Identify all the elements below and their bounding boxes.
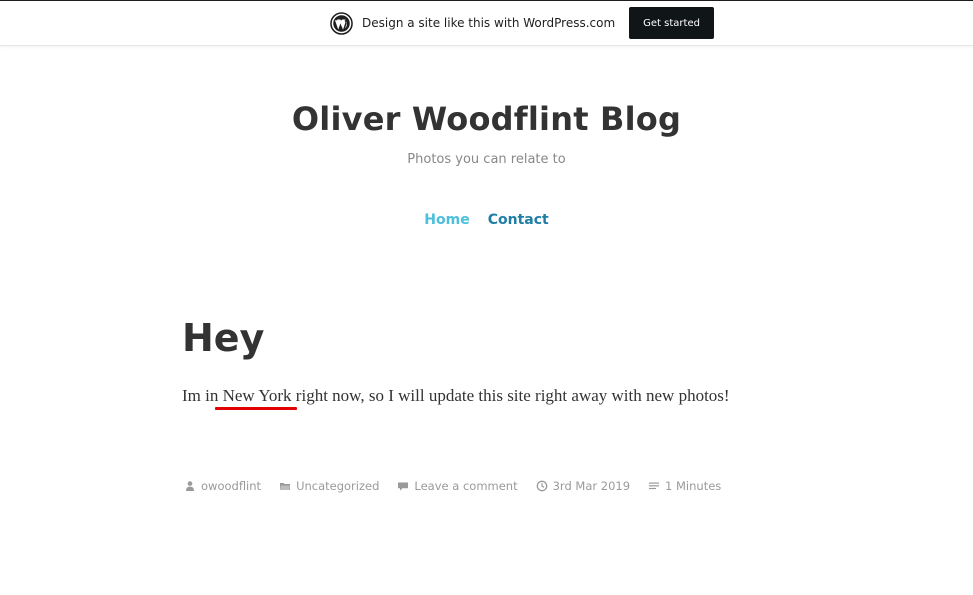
comment-icon xyxy=(397,480,409,492)
post-body: Im in New York right now, so I will upda… xyxy=(182,386,730,405)
list-icon xyxy=(648,480,660,492)
get-started-button[interactable]: Get started xyxy=(629,7,714,39)
folder-icon xyxy=(279,480,291,492)
site-description: Photos you can relate to xyxy=(407,152,566,167)
post-meta: owoodflint Uncategorized Leave a comment… xyxy=(184,479,721,493)
banner-content: Design a site like this with WordPress.c… xyxy=(330,7,714,39)
category-link[interactable]: Uncategorized xyxy=(296,479,379,493)
date-link[interactable]: 3rd Mar 2019 xyxy=(553,479,630,493)
post-title[interactable]: Hey xyxy=(182,316,264,360)
meta-date: 3rd Mar 2019 xyxy=(536,479,630,493)
meta-reading-time: 1 Minutes xyxy=(648,479,721,493)
wordpress-banner: Design a site like this with WordPress.c… xyxy=(0,0,973,45)
user-icon xyxy=(184,480,196,492)
wordpress-logo-icon[interactable] xyxy=(330,11,353,35)
nav-home-link[interactable]: Home xyxy=(424,212,469,228)
main-navigation: Home Contact xyxy=(0,212,973,228)
comments-link[interactable]: Leave a comment xyxy=(414,479,517,493)
reading-time-text: 1 Minutes xyxy=(665,479,722,493)
banner-text[interactable]: Design a site like this with WordPress.c… xyxy=(362,16,615,30)
author-link[interactable]: owoodflint xyxy=(201,479,261,493)
nav-contact-link[interactable]: Contact xyxy=(488,212,549,228)
annotation-underline xyxy=(215,407,297,410)
site-title[interactable]: Oliver Woodflint Blog xyxy=(0,100,973,138)
clock-icon xyxy=(536,480,548,492)
meta-comments: Leave a comment xyxy=(397,479,518,493)
meta-category: Uncategorized xyxy=(279,479,379,493)
meta-author: owoodflint xyxy=(184,479,261,493)
